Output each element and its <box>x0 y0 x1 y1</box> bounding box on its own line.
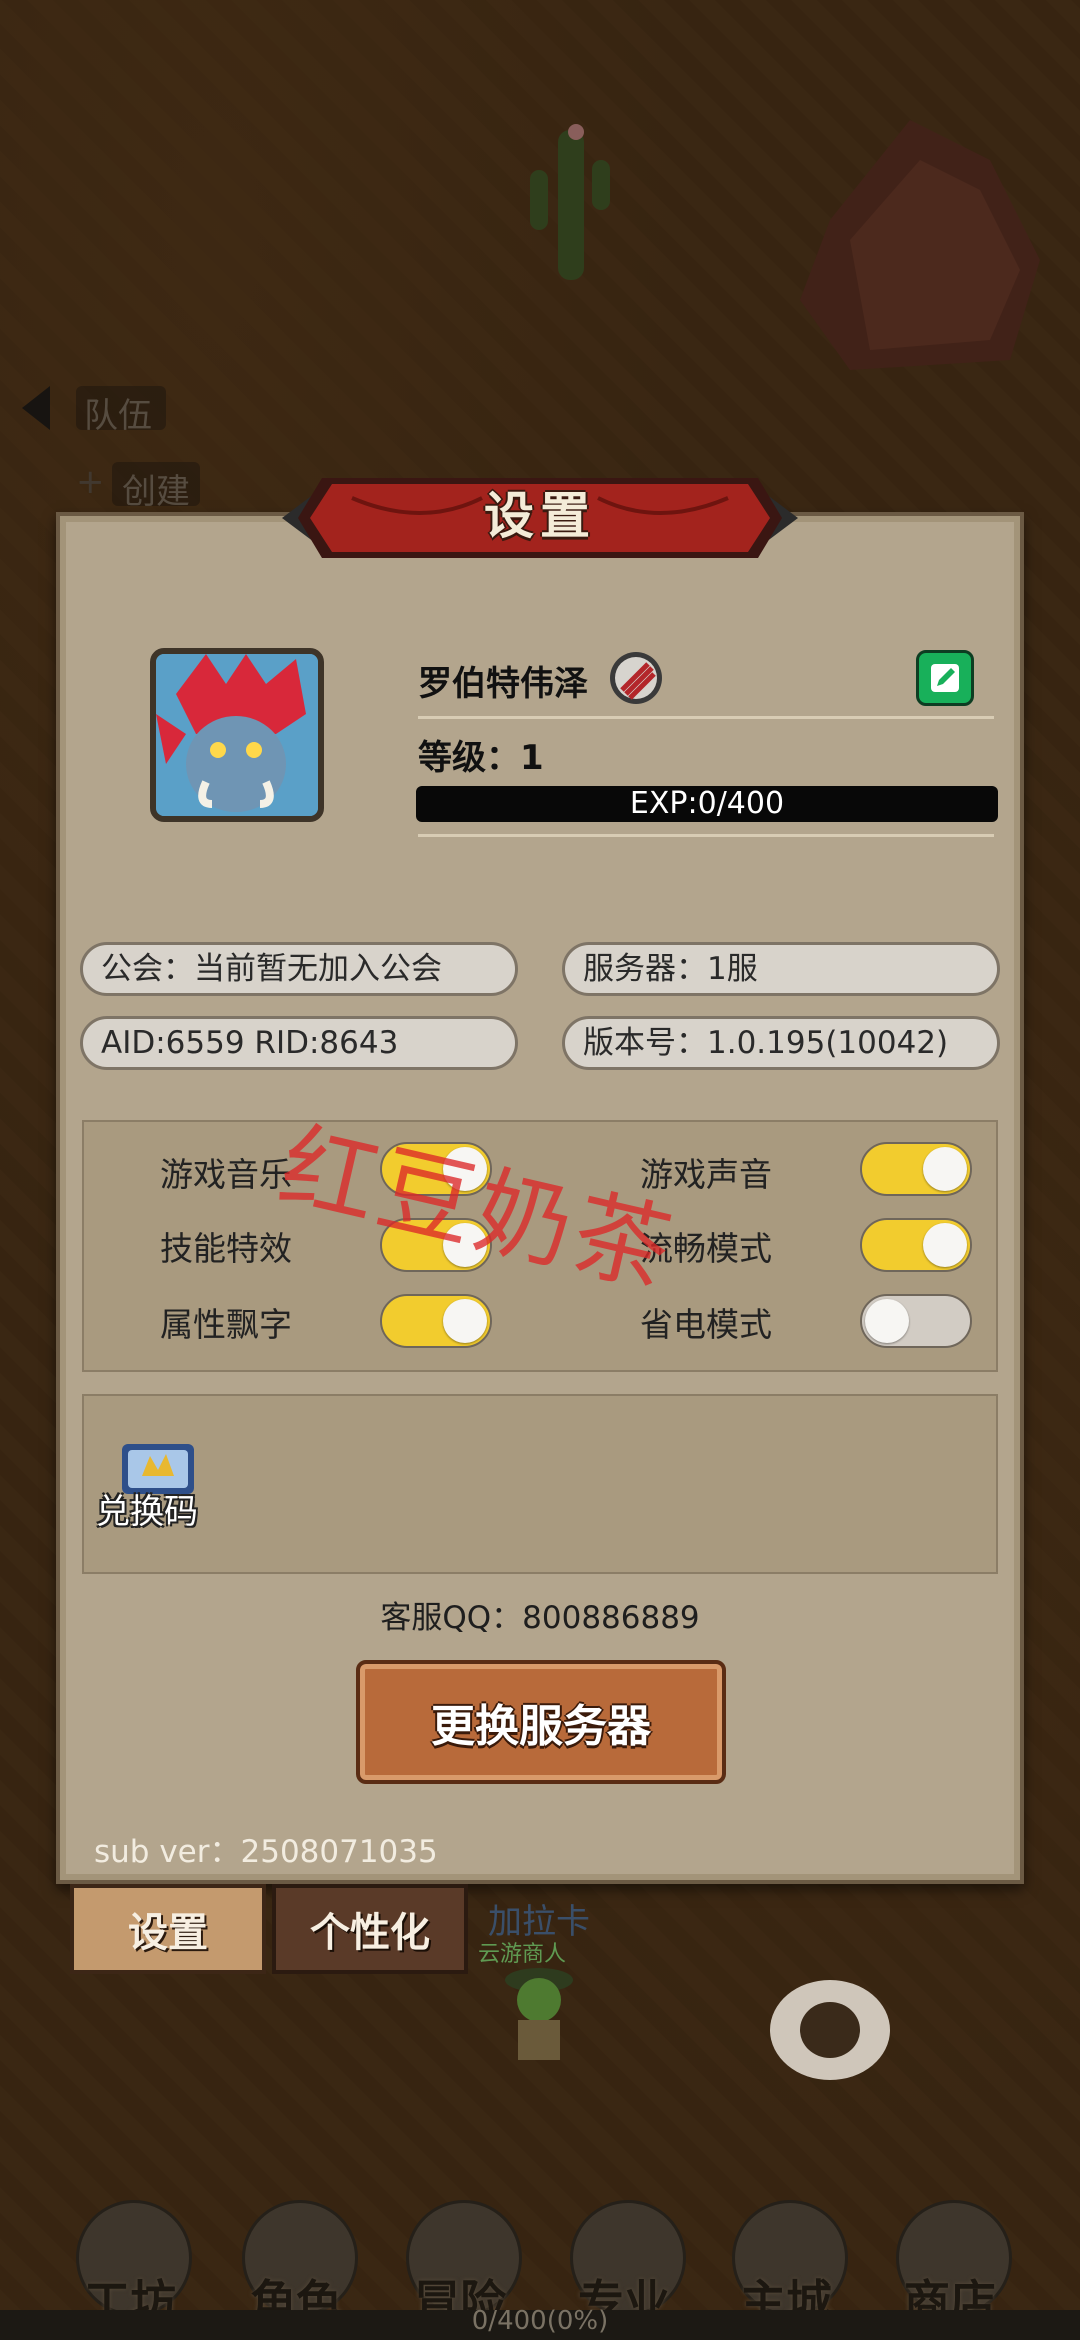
sound-toggle[interactable] <box>860 1142 972 1196</box>
floating-text-label: 属性飘字 <box>160 1305 292 1344</box>
edit-name-button[interactable] <box>916 650 974 706</box>
tab-settings-label: 设置 <box>128 1910 208 1956</box>
floating-text-toggle[interactable] <box>380 1294 492 1348</box>
pencil-icon <box>931 664 959 692</box>
tab-personalize[interactable]: 个性化 <box>272 1884 468 1974</box>
tab-settings[interactable]: 设置 <box>70 1884 266 1974</box>
panel-title: 设置 <box>484 487 596 545</box>
divider-line <box>418 716 994 719</box>
troll-portrait-icon <box>156 654 318 816</box>
skill-effects-label: 技能特效 <box>160 1229 292 1268</box>
tab-personalize-label: 个性化 <box>310 1910 430 1956</box>
toggle-knob <box>865 1299 909 1343</box>
server-info: 服务器：1服 <box>562 942 1000 996</box>
switch-server-button[interactable]: 更换服务器 <box>356 1660 726 1784</box>
toggle-knob <box>443 1299 487 1343</box>
guild-info: 公会：当前暂无加入公会 <box>80 942 518 996</box>
player-avatar[interactable] <box>150 648 324 822</box>
exp-progress-text: 0/400(0%) <box>471 2306 609 2336</box>
toggle-knob <box>923 1147 967 1191</box>
redeem-code-label: 兑换码 <box>96 1492 198 1532</box>
music-label: 游戏音乐 <box>160 1155 292 1194</box>
smooth-mode-toggle[interactable] <box>860 1218 972 1272</box>
sub-version: sub ver：2508071035 <box>94 1834 438 1870</box>
weapon-emblem-icon <box>610 652 662 704</box>
toggle-knob <box>923 1223 967 1267</box>
exp-text: EXP:0/400 <box>629 786 785 821</box>
switch-server-label: 更换服务器 <box>431 1701 651 1752</box>
power-saving-toggle[interactable] <box>860 1294 972 1348</box>
support-qq: 客服QQ：800886889 <box>380 1600 700 1636</box>
merchant-npc-icon[interactable] <box>494 1960 584 2070</box>
account-ids: AID:6559 RID:8643 <box>80 1016 518 1070</box>
player-name: 罗伯特伟泽 <box>418 664 588 704</box>
version-info: 版本号：1.0.195(10042) <box>562 1016 1000 1070</box>
player-level: 等级：1 <box>418 738 544 778</box>
exp-bar: EXP:0/400 <box>416 786 998 822</box>
redeem-code-button[interactable]: 兑换码 <box>96 1440 226 1540</box>
broken-pot-icon <box>770 1980 890 2080</box>
divider-line <box>418 834 994 837</box>
